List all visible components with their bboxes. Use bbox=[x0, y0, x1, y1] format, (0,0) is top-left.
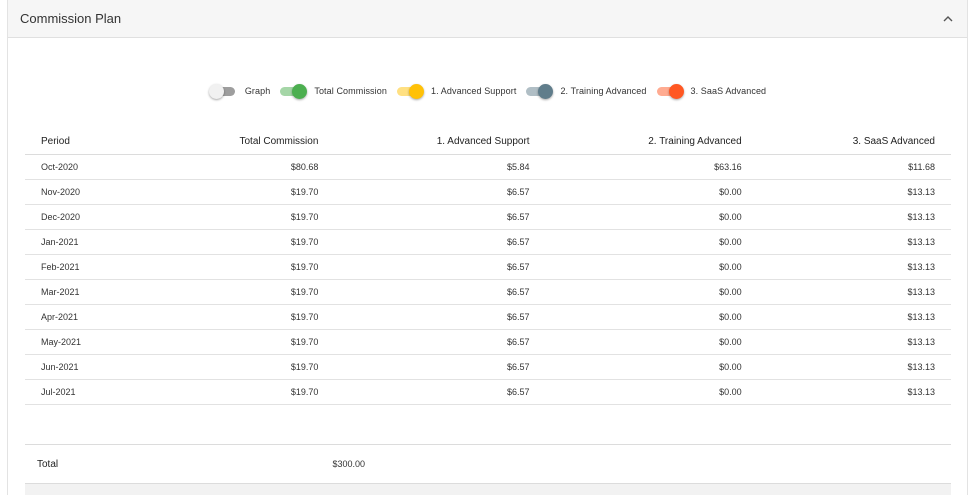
table-cell: $0.00 bbox=[545, 304, 758, 330]
table-cell: $13.13 bbox=[757, 254, 951, 280]
toggle-switch[interactable] bbox=[656, 84, 684, 99]
table-cell: $13.13 bbox=[757, 229, 951, 255]
panel-title: Commission Plan bbox=[20, 11, 122, 26]
table-cell: Jul-2021 bbox=[25, 379, 147, 405]
legend-label: 3. SaaS Advanced bbox=[690, 86, 767, 96]
footer-bar bbox=[25, 484, 951, 495]
table-cell: $0.00 bbox=[545, 354, 758, 380]
series-legend: Graph Total Commission 1. Advanced Support… bbox=[8, 84, 969, 99]
toggle-switch[interactable] bbox=[526, 84, 554, 99]
total-label: Total bbox=[37, 458, 59, 470]
table-cell: Jun-2021 bbox=[25, 354, 147, 380]
table-cell: $6.57 bbox=[334, 329, 546, 355]
column-header: 2. Training Advanced bbox=[545, 128, 758, 155]
table-cell: $19.70 bbox=[146, 379, 335, 405]
table-cell: $0.00 bbox=[545, 204, 758, 230]
toggle-switch[interactable] bbox=[208, 84, 237, 99]
table-cell: Nov-2020 bbox=[25, 179, 147, 205]
table-cell: $0.00 bbox=[545, 279, 758, 305]
toggle-switch[interactable] bbox=[396, 84, 424, 99]
table-cell: Dec-2020 bbox=[25, 204, 147, 230]
table-cell: $5.84 bbox=[334, 154, 546, 180]
legend-label: Total Commission bbox=[314, 86, 387, 96]
chevron-up-icon[interactable] bbox=[941, 12, 955, 26]
commission-table: Period Total Commission 1. Advanced Suppor… bbox=[25, 128, 951, 405]
table-cell: $0.00 bbox=[545, 329, 758, 355]
legend-label: 2. Training Advanced bbox=[560, 86, 647, 96]
total-value: $300.00 bbox=[332, 459, 365, 469]
table-cell: May-2021 bbox=[25, 329, 147, 355]
table-cell: $19.70 bbox=[146, 354, 335, 380]
toggle-thumb bbox=[538, 84, 554, 99]
table-row: Jul-2021 $19.70 $6.57 $0.00 $13.13 bbox=[25, 379, 951, 405]
table-row: May-2021 $19.70 $6.57 $0.00 $13.13 bbox=[25, 329, 951, 355]
table-row: Feb-2021 $19.70 $6.57 $0.00 $13.13 bbox=[25, 254, 951, 280]
table-cell: $6.57 bbox=[334, 279, 546, 305]
table-cell: $0.00 bbox=[545, 254, 758, 280]
table-cell: $11.68 bbox=[757, 154, 951, 180]
table-cell: $19.70 bbox=[146, 254, 335, 280]
table-cell: $19.70 bbox=[146, 329, 335, 355]
toggle-thumb bbox=[408, 84, 424, 99]
table-row: Nov-2020 $19.70 $6.57 $0.00 $13.13 bbox=[25, 179, 951, 205]
table-cell: $13.13 bbox=[757, 279, 951, 305]
table-cell: Jan-2021 bbox=[25, 229, 147, 255]
table-cell: $6.57 bbox=[334, 204, 546, 230]
table-cell: Apr-2021 bbox=[25, 304, 147, 330]
table-cell: $0.00 bbox=[545, 379, 758, 405]
table-row: Dec-2020 $19.70 $6.57 $0.00 $13.13 bbox=[25, 204, 951, 230]
legend-toggle-2[interactable]: 1. Advanced Support bbox=[396, 84, 517, 99]
table-cell: $19.70 bbox=[146, 279, 335, 305]
table-cell: $19.70 bbox=[146, 204, 335, 230]
table-cell: $80.68 bbox=[146, 154, 335, 180]
table-cell: $13.13 bbox=[757, 329, 951, 355]
table-header-row: Period Total Commission 1. Advanced Suppor… bbox=[25, 128, 951, 155]
table-cell: $13.13 bbox=[757, 304, 951, 330]
table-row: Jan-2021 $19.70 $6.57 $0.00 $13.13 bbox=[25, 229, 951, 255]
commission-plan-panel: Commission Plan Graph Total Commission 1. … bbox=[7, 0, 968, 495]
total-row: Total $300.00 bbox=[25, 444, 951, 484]
column-header: 1. Advanced Support bbox=[334, 128, 546, 155]
table-cell: $19.70 bbox=[146, 304, 335, 330]
toggle-thumb bbox=[668, 84, 684, 99]
table-cell: $6.57 bbox=[334, 379, 546, 405]
legend-toggle-3[interactable]: 2. Training Advanced bbox=[526, 84, 647, 99]
table-cell: Mar-2021 bbox=[25, 279, 147, 305]
table-row: Oct-2020 $80.68 $5.84 $63.16 $11.68 bbox=[25, 154, 951, 180]
table-cell: Oct-2020 bbox=[25, 154, 147, 180]
table-cell: $13.13 bbox=[757, 204, 951, 230]
table-cell: $13.13 bbox=[757, 179, 951, 205]
legend-toggle-4[interactable]: 3. SaaS Advanced bbox=[656, 84, 767, 99]
panel-header[interactable]: Commission Plan bbox=[8, 0, 967, 38]
legend-label: 1. Advanced Support bbox=[430, 86, 517, 96]
table-row: Apr-2021 $19.70 $6.57 $0.00 $13.13 bbox=[25, 304, 951, 330]
table-cell: $0.00 bbox=[545, 179, 758, 205]
table-cell: $19.70 bbox=[146, 229, 335, 255]
table-row: Mar-2021 $19.70 $6.57 $0.00 $13.13 bbox=[25, 279, 951, 305]
legend-label: Graph bbox=[244, 86, 271, 96]
table-cell: $6.57 bbox=[334, 304, 546, 330]
table-cell: $13.13 bbox=[757, 354, 951, 380]
legend-toggle-1[interactable]: Total Commission bbox=[280, 84, 387, 99]
table-cell: $6.57 bbox=[334, 229, 546, 255]
table-row: Jun-2021 $19.70 $6.57 $0.00 $13.13 bbox=[25, 354, 951, 380]
table-cell: $19.70 bbox=[146, 179, 335, 205]
table-cell: $6.57 bbox=[334, 179, 546, 205]
table-cell: $63.16 bbox=[545, 154, 758, 180]
table-cell: $6.57 bbox=[334, 354, 546, 380]
toggle-switch[interactable] bbox=[280, 84, 308, 99]
table-cell: $6.57 bbox=[334, 254, 546, 280]
column-header: 3. SaaS Advanced bbox=[757, 128, 951, 155]
toggle-thumb bbox=[208, 84, 224, 99]
table-cell: Feb-2021 bbox=[25, 254, 147, 280]
table-cell: $0.00 bbox=[545, 229, 758, 255]
column-header: Period bbox=[25, 128, 147, 155]
toggle-thumb bbox=[292, 84, 308, 99]
table-cell: $13.13 bbox=[757, 379, 951, 405]
legend-toggle-0[interactable]: Graph bbox=[208, 84, 271, 99]
column-header: Total Commission bbox=[146, 128, 335, 155]
